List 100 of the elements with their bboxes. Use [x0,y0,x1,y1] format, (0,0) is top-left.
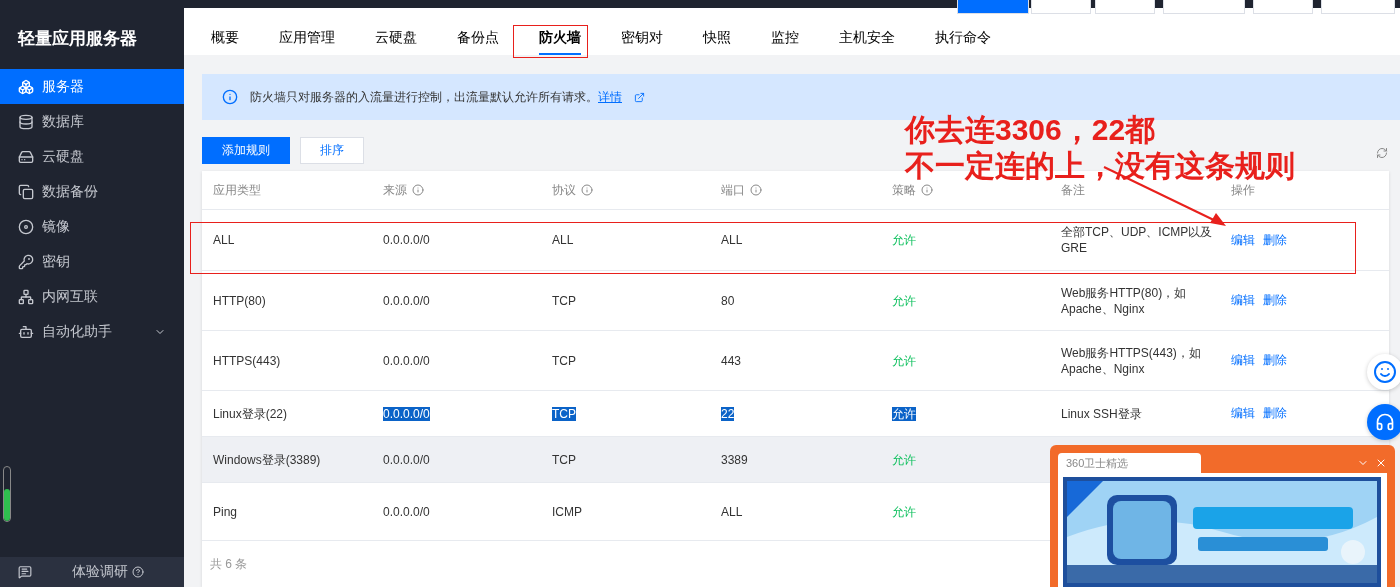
table-cell: ALL [721,233,743,247]
table-row[interactable]: Linux登录(22) 0.0.0.0/0 TCP 22 允许 Linux SSH登录 编辑 删除 [202,391,1389,437]
table-cell: ALL [721,504,743,519]
table-cell-text: 全部TCP、UDP、ICMP以及GRE [1061,224,1214,256]
table-cell-text: HTTPS(443) [213,352,282,369]
column-header: 端口 [721,181,745,199]
tab[interactable]: 主机安全 [839,29,895,55]
table-cell: 22 [721,406,735,421]
column-header: 操作 [1231,181,1255,199]
column-header: 应用类型 [213,181,261,199]
table-cell: 允许 [892,452,916,467]
edit-link[interactable]: 编辑 [1231,293,1255,307]
table-cell: ALL [552,233,574,247]
tab[interactable]: 概要 [211,29,239,55]
table-cell-text: Ping [213,503,239,520]
info-icon [581,184,593,196]
edit-link[interactable]: 编辑 [1231,232,1255,247]
copy-icon [18,183,34,200]
edit-link[interactable]: 编辑 [1231,406,1255,420]
table-row[interactable]: HTTPS(443) 0.0.0.0/0 TCP 443 允许 Web服务HTTPS(443)，如Apache、Nginx 编辑 删除 [202,331,1389,391]
table-cell: 0.0.0.0/0 [383,293,430,308]
table-cell-text: Linux SSH登录 [1061,405,1143,422]
toolbar-button[interactable] [957,0,1029,14]
tab[interactable]: 监控 [771,29,799,55]
sidebar-item[interactable]: 云硬盘 [0,139,184,174]
info-icon [412,184,424,196]
sidebar-item[interactable]: 数据库 [0,104,184,139]
table-cell: 443 [721,353,742,368]
refresh-icon[interactable] [1376,147,1388,159]
add-rule-button[interactable]: 添加规则 [202,137,290,164]
annotation-text: 你去连3306，22都 [905,112,1157,148]
table-cell: 3389 [721,452,748,467]
close-icon[interactable] [1375,457,1387,469]
table-cell: 允许 [892,233,916,247]
table-cell: 0.0.0.0/0 [383,406,430,421]
help-icon [132,566,144,578]
delete-link[interactable]: 删除 [1263,406,1287,420]
details-link[interactable]: 详情 [598,89,622,104]
table-row[interactable]: ALL 0.0.0.0/0 ALL ALL 允许 全部TCP、UDP、ICMP以及GRE 编辑 删除 [202,210,1389,271]
sidebar-item[interactable]: 密钥 [0,244,184,279]
popup-title: 360卫士精选 [1058,453,1201,473]
database-icon [18,113,34,130]
headset-icon [1375,412,1395,432]
tab[interactable]: 云硬盘 [375,29,417,55]
notice-text: 防火墙只对服务器的入流量进行控制，出流量默认允许所有请求。详情 [250,88,622,106]
tab[interactable]: 快照 [703,29,731,55]
table-cell: 80 [721,293,735,308]
column-header: 协议 [552,181,576,199]
table-cell: TCP [552,293,576,308]
tab[interactable]: 密钥对 [621,29,663,55]
table-cell: TCP [552,353,576,368]
table-cell-text: ALL [213,232,236,248]
sidebar-item[interactable]: 自动化助手 [0,314,184,349]
app-title: 轻量应用服务器 [16,28,138,50]
info-icon [921,184,933,196]
tab[interactable]: 防火墙 [539,29,581,55]
sidebar-item[interactable]: 数据备份 [0,174,184,209]
table-cell: TCP [552,406,576,421]
total-count: 共 6 条 [209,555,249,573]
table-cell-text: Linux登录(22) [213,405,289,422]
message-icon[interactable] [18,565,32,579]
table-cell: 允许 [892,353,916,368]
table-cell: 允许 [892,293,916,308]
network-icon [18,288,34,305]
table-cell: 0.0.0.0/0 [383,353,430,368]
delete-link[interactable]: 删除 [1263,232,1287,247]
info-icon [222,89,238,105]
support-button[interactable] [1367,404,1400,440]
delete-link[interactable]: 删除 [1263,353,1287,367]
column-header: 备注 [1061,181,1085,199]
external-link-icon[interactable] [634,91,645,103]
table-cell: 0.0.0.0/0 [383,504,430,519]
table-cell-text: Web服务HTTPS(443)，如Apache、Nginx [1061,344,1202,377]
table-cell: 允许 [892,406,916,421]
tab[interactable]: 备份点 [457,29,499,55]
annotation-text: 不一定连的上，没有这条规则 [905,148,1295,184]
tab[interactable]: 执行命令 [935,29,991,55]
table-cell-text: Windows登录(3389) [213,451,322,468]
delete-link[interactable]: 删除 [1263,293,1287,307]
table-row[interactable]: HTTP(80) 0.0.0.0/0 TCP 80 允许 Web服务HTTP(80)，如Apache、Nginx 编辑 删除 [202,271,1389,331]
tab[interactable]: 应用管理 [279,29,335,55]
table-cell: TCP [552,452,576,467]
table-cell: 0.0.0.0/0 [383,452,430,467]
feedback-button[interactable] [1367,354,1400,390]
table-cell-text: Web服务HTTP(80)，如Apache、Nginx [1061,284,1188,317]
disc-icon [18,218,34,235]
sidebar-item[interactable]: 服务器 [0,69,184,104]
sort-button[interactable]: 排序 [300,137,364,164]
sidebar-item[interactable]: 镜像 [0,209,184,244]
table-cell: ICMP [552,504,582,519]
column-header: 来源 [383,181,407,199]
edit-link[interactable]: 编辑 [1231,353,1255,367]
smiley-icon [1373,360,1397,384]
robot-icon [18,323,34,340]
sidebar-item[interactable]: 内网互联 [0,279,184,314]
key-icon [18,253,34,270]
table-cell: 0.0.0.0/0 [383,233,430,247]
info-icon [750,184,762,196]
table-cell: 允许 [892,504,916,519]
table-cell-text: HTTP(80) [213,292,267,309]
